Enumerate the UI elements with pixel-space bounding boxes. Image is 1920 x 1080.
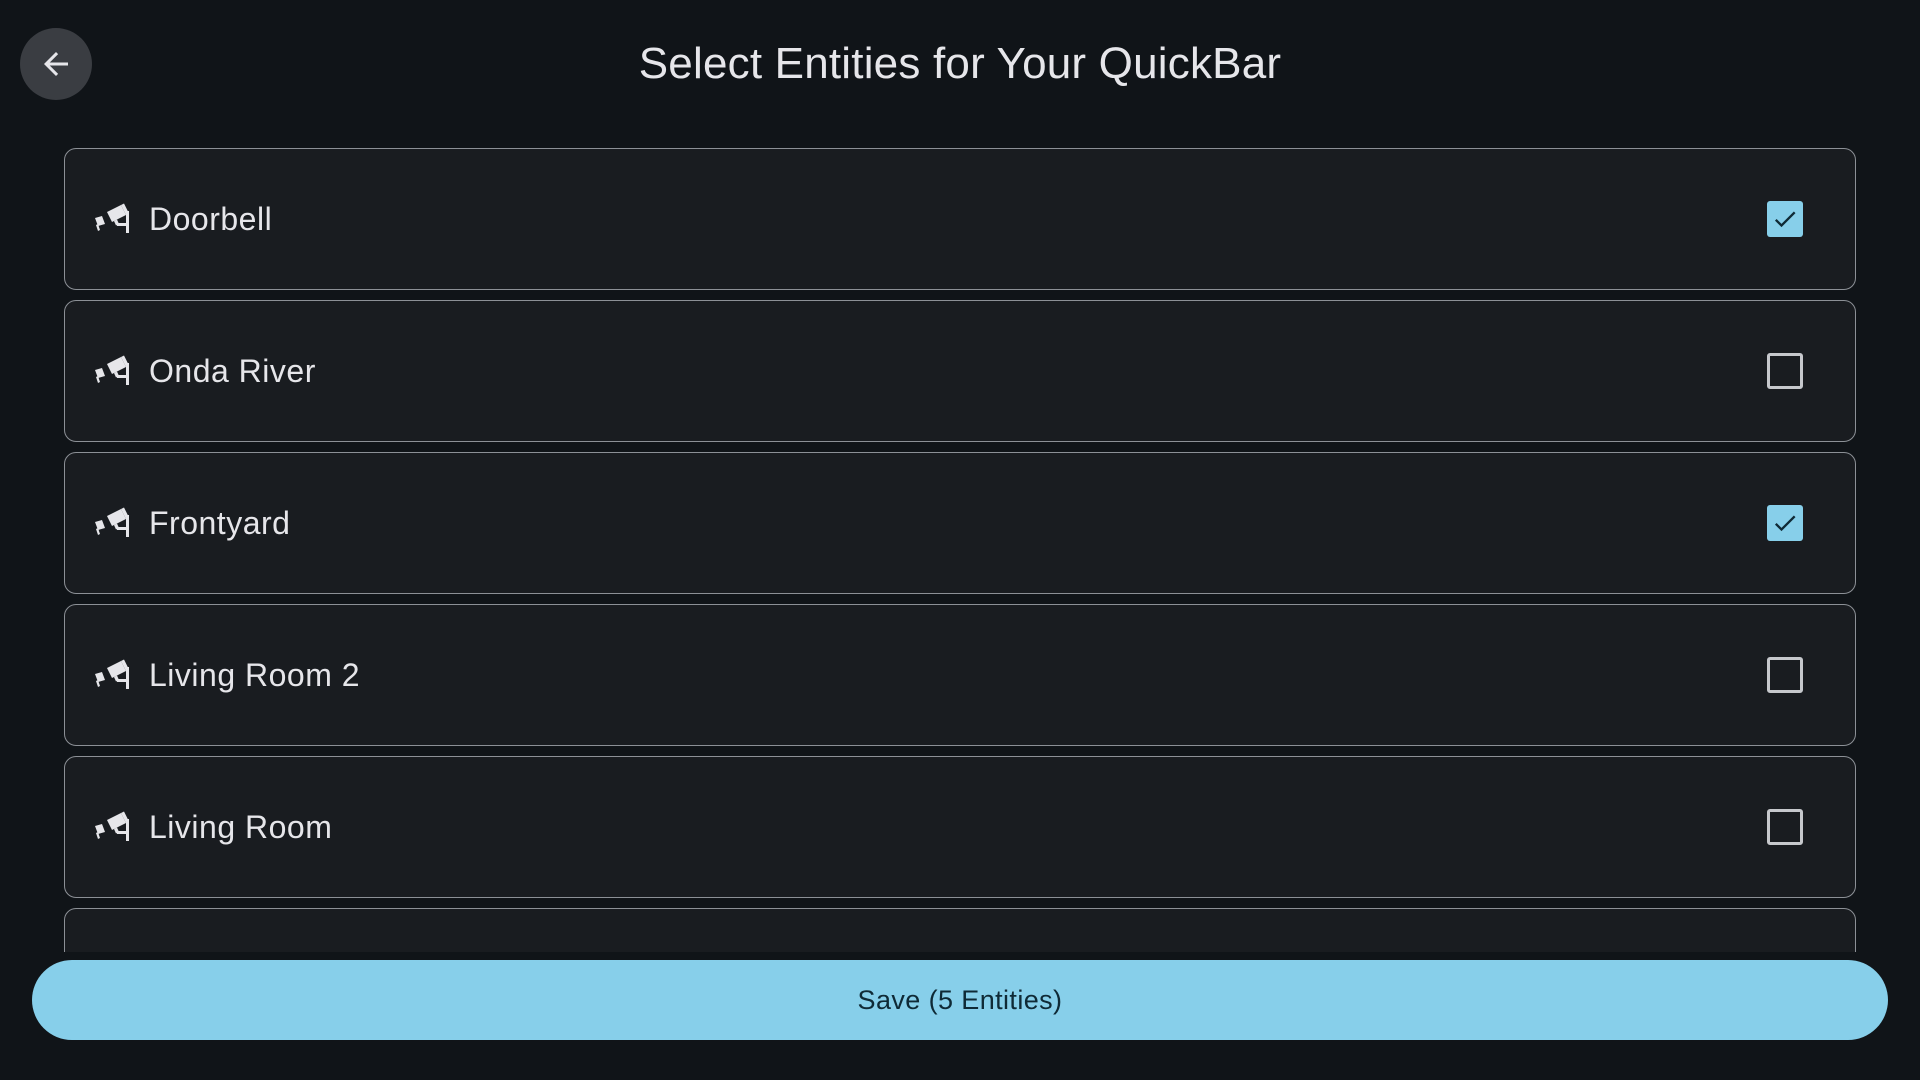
entity-label: Living Room bbox=[149, 808, 333, 845]
cctv-camera-icon bbox=[91, 805, 135, 849]
page-title: Select Entities for Your QuickBar bbox=[638, 39, 1282, 88]
cctv-camera-icon bbox=[91, 349, 135, 393]
entity-list-viewport[interactable]: Doorbell Onda River Frontyard Living Roo… bbox=[64, 148, 1856, 952]
checkmark-icon bbox=[1774, 515, 1796, 532]
entity-row-doorbell[interactable]: Doorbell bbox=[64, 148, 1856, 290]
cctv-camera-icon bbox=[91, 501, 135, 545]
entity-label: Living Room 2 bbox=[149, 656, 361, 693]
entity-label: Doorbell bbox=[149, 200, 273, 237]
entity-checkbox[interactable] bbox=[1767, 505, 1803, 541]
entity-checkbox[interactable] bbox=[1767, 201, 1803, 237]
save-button[interactable]: Save (5 Entities) bbox=[32, 960, 1888, 1040]
entity-label: Frontyard bbox=[149, 504, 291, 541]
entity-checkbox[interactable] bbox=[1767, 809, 1803, 845]
entity-label: Onda River bbox=[149, 352, 316, 389]
entity-list: Doorbell Onda River Frontyard Living Roo… bbox=[64, 148, 1856, 952]
entity-row-onda-river[interactable]: Onda River bbox=[64, 300, 1856, 442]
entity-checkbox[interactable] bbox=[1767, 657, 1803, 693]
entity-row-living-room[interactable]: Living Room bbox=[64, 756, 1856, 898]
entity-row-frontyard[interactable]: Frontyard bbox=[64, 452, 1856, 594]
cctv-camera-icon bbox=[91, 197, 135, 241]
cctv-camera-icon bbox=[91, 653, 135, 697]
entity-row-living-room-2[interactable]: Living Room 2 bbox=[64, 604, 1856, 746]
checkmark-icon bbox=[1774, 211, 1796, 228]
entity-checkbox[interactable] bbox=[1767, 353, 1803, 389]
entity-row-partial[interactable] bbox=[64, 908, 1856, 952]
quickbar-entity-selection-screen: Select Entities for Your QuickBar Doorbe… bbox=[0, 0, 1920, 1080]
